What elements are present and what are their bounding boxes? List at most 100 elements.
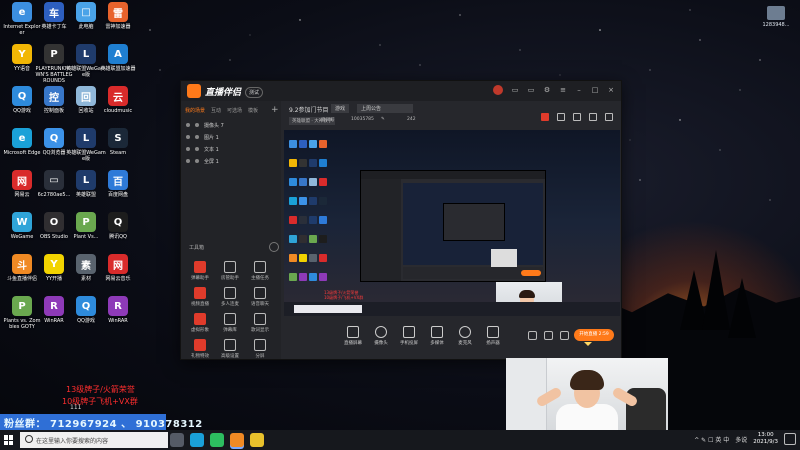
taskbar-clock[interactable]: 13:00 2021/9/3 <box>753 432 778 446</box>
desktop-icon-label: 网易云音乐 <box>105 276 131 282</box>
desktop-icon[interactable]: R WinRAR <box>98 296 138 344</box>
microphone-button[interactable]: 麦克风 <box>450 326 480 346</box>
control-label: 扬声器 <box>486 341 500 346</box>
lock-icon[interactable] <box>195 147 199 151</box>
scene-source-item[interactable]: 文本 1 <box>183 143 279 155</box>
tool-button[interactable]: 歌词显示 <box>245 313 275 333</box>
desktop-icon[interactable]: A 英雄联盟加速器 <box>98 44 138 92</box>
task-view-icon[interactable] <box>170 433 184 447</box>
menu-icon[interactable]: ≡ <box>559 86 567 94</box>
app-icon: S <box>108 128 128 148</box>
eye-icon[interactable] <box>186 135 190 139</box>
source-label: 文本 1 <box>204 146 219 153</box>
tool-button[interactable]: 弹幕库 <box>215 313 245 333</box>
edge-icon[interactable] <box>190 433 204 447</box>
skin-icon[interactable]: ▭ <box>527 86 535 94</box>
tab-interact[interactable]: 互动 <box>211 107 221 114</box>
speaker-button[interactable]: 扬声器 <box>478 326 508 346</box>
record-icon[interactable] <box>528 331 537 340</box>
tool-label: 视频直播 <box>191 302 209 307</box>
app-icon: Y <box>12 44 32 64</box>
stream-title-field[interactable]: 上周公告 <box>357 104 413 113</box>
desktop-icon[interactable]: 百百度网盘 <box>98 170 138 218</box>
desktop-icon-label: Steam <box>109 150 127 156</box>
broadcast-controls: 直播屏幕 摄像头 手机投屏 多媒体 麦克风 扬声器 开始直播 2:59 <box>284 318 620 358</box>
search-placeholder: 在这里输入你要搜索的内容 <box>36 438 109 445</box>
maximize-icon[interactable]: □ <box>591 86 599 94</box>
chrome-icon[interactable] <box>250 433 264 447</box>
phone-cast-button[interactable]: 手机投屏 <box>394 326 424 346</box>
tool-button[interactable]: 视频直播 <box>185 287 215 307</box>
bell-icon[interactable] <box>589 113 597 121</box>
app-icon: R <box>108 296 128 316</box>
tab-optional[interactable]: 可选场 <box>227 107 242 114</box>
eye-icon[interactable] <box>186 123 190 127</box>
lock-icon[interactable] <box>195 135 199 139</box>
taskbar-search-input[interactable]: 在这里输入你要搜索的内容 <box>20 432 168 448</box>
desktop-icon[interactable]: S Steam <box>98 128 138 176</box>
add-scene-icon[interactable]: + <box>271 105 279 115</box>
scene-source-item[interactable]: 图片 1 <box>183 131 279 143</box>
tool-button[interactable]: 礼物特效 <box>185 339 215 359</box>
tool-button[interactable]: 弹幕助手 <box>185 261 215 281</box>
scene-source-item[interactable]: 全屏 1 <box>183 155 279 167</box>
app-icon: Q <box>76 296 96 316</box>
share-icon[interactable] <box>605 113 613 121</box>
fans-group-banner: 粉丝群： 712967924 、 910378312 <box>0 414 202 430</box>
media-button[interactable]: 多媒体 <box>422 326 452 346</box>
tool-button[interactable]: 房管助手 <box>215 261 245 281</box>
tool-button[interactable]: 主播任务 <box>245 261 275 281</box>
notification-icon[interactable] <box>784 433 796 445</box>
scene-tabs: 我的场景 互动 可选场 模板 <box>185 107 258 114</box>
scene-source-item[interactable]: 摄像头 7 <box>183 119 279 131</box>
user-avatar[interactable] <box>493 85 503 95</box>
toolbox-title: 工具箱 <box>189 245 205 251</box>
category-tag[interactable]: 游戏 <box>331 104 350 113</box>
desktop-file-icon[interactable]: 1283948... <box>756 6 796 28</box>
stream-preview[interactable]: 13级牌子/火箭荣誉 10级牌子/飞机+VX群 <box>284 130 620 316</box>
network-icon[interactable] <box>544 331 553 340</box>
tray-icons[interactable]: ^ ✎ ☐ 英 中 <box>694 435 729 444</box>
scene-panel: 我的场景 互动 可选场 模板 + 摄像头 7 图片 1 文本 1 全屏 1 工具… <box>181 101 281 359</box>
desktop-icon[interactable]: Q 腾讯QQ <box>98 212 138 260</box>
camera-icon <box>375 326 387 338</box>
tool-button[interactable]: 多人连麦 <box>215 287 245 307</box>
desktop-icon[interactable]: 云 cloudmusic <box>98 86 138 134</box>
eye-icon[interactable] <box>186 159 190 163</box>
ime-indicator[interactable]: 多说 <box>735 435 747 444</box>
live-companion-icon[interactable] <box>230 433 244 447</box>
desktop-file-label: 1283948... <box>762 22 790 28</box>
app-icon: R <box>44 296 64 316</box>
start-live-button[interactable]: 开始直播 2:59 <box>574 329 614 341</box>
lock-icon[interactable] <box>195 159 199 163</box>
preview-desktop-icons <box>288 134 328 286</box>
close-icon[interactable]: × <box>607 86 615 94</box>
windows-start-icon[interactable] <box>4 435 14 445</box>
clock-date: 2021/9/3 <box>753 439 778 445</box>
gear-icon[interactable] <box>560 331 569 340</box>
eye-icon[interactable] <box>186 147 190 151</box>
wechat-icon[interactable] <box>210 433 224 447</box>
camera-button[interactable]: 摄像头 <box>366 326 396 346</box>
gift-box-icon[interactable] <box>541 113 549 121</box>
settings-icon[interactable]: ⚙ <box>543 86 551 94</box>
screen-capture-button[interactable]: 直播屏幕 <box>338 326 368 346</box>
bag-icon[interactable] <box>557 113 565 121</box>
desktop-icon[interactable]: 雷雷神加速器 <box>98 2 138 50</box>
message-icon[interactable]: ▭ <box>511 86 519 94</box>
source-label: 全屏 1 <box>204 158 219 165</box>
toolbox-toggle-icon[interactable] <box>269 242 279 252</box>
tool-button[interactable]: 高级设置 <box>215 339 245 359</box>
minimize-icon[interactable]: – <box>575 86 583 94</box>
edit-icon[interactable]: ✎ <box>381 117 385 122</box>
version-badge[interactable]: 测试 <box>245 87 264 98</box>
tab-my-scenes[interactable]: 我的场景 <box>185 107 205 114</box>
chart-icon[interactable] <box>573 113 581 121</box>
tab-template[interactable]: 模板 <box>248 107 258 114</box>
lock-icon[interactable] <box>195 123 199 127</box>
desktop-icon[interactable]: 网网易云音乐 <box>98 254 138 302</box>
tool-button[interactable]: 分屏 <box>245 339 275 359</box>
tool-button[interactable]: 虚拟形象 <box>185 313 215 333</box>
stream-info-header: 9.2参加门节目 游戏 上周公告 英雄联盟 · 大神教学 房间号 1003578… <box>285 103 617 127</box>
tool-button[interactable]: 语音聊天 <box>245 287 275 307</box>
